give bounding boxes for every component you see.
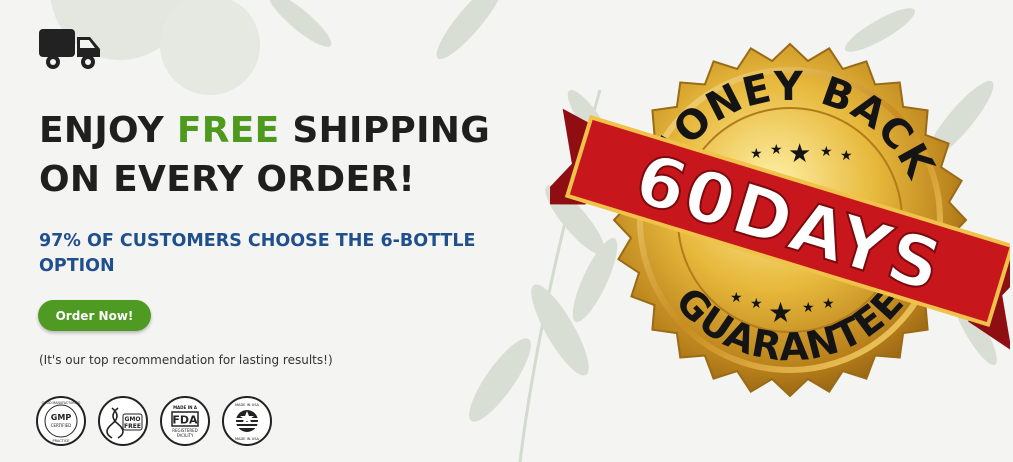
headline: ENJOY FREE SHIPPING ON EVERY ORDER! <box>39 106 490 204</box>
headline-line1-pre: ENJOY <box>39 110 177 151</box>
trust-badges: GOOD MANUFACTURING GMP CERTIFIED PRACTIC… <box>36 396 272 446</box>
gmp-badge-icon: GOOD MANUFACTURING GMP CERTIFIED PRACTIC… <box>36 396 86 446</box>
gmp-badge-arc: GOOD MANUFACTURING <box>42 401 81 405</box>
fda-badge-sub2: FACILITY <box>177 433 194 438</box>
made-in-usa-badge-icon: MADE IN USA MADE IN USA <box>222 396 272 446</box>
gmo-badge-line1: GMO <box>125 416 141 423</box>
star-icon: ★ <box>768 297 793 328</box>
fda-badge-top: MADE IN A <box>173 405 198 410</box>
gmp-badge-main: GMP <box>51 413 72 422</box>
star-icon: ★ <box>750 295 763 311</box>
gmo-badge-line2: FREE <box>124 423 141 430</box>
headline-free: FREE <box>176 110 280 151</box>
truck-icon <box>39 29 100 69</box>
star-icon: ★ <box>840 147 853 163</box>
star-icon: ★ <box>730 289 743 305</box>
star-icon: ★ <box>788 138 811 168</box>
star-icon: ★ <box>802 299 815 315</box>
star-icon: ★ <box>750 145 763 161</box>
usa-badge-top: MADE IN USA <box>235 403 260 407</box>
gmo-free-badge-icon: GMO FREE <box>98 396 148 446</box>
headline-line1-post: SHIPPING <box>279 110 491 151</box>
money-back-guarantee-seal: MONEY BACK GUARANTEE ★ ★ ★ ★ ★ ★ ★ ★ ★ ★… <box>550 42 1010 398</box>
star-icon: ★ <box>820 143 833 159</box>
star-icon: ★ <box>822 295 835 311</box>
fda-badge-icon: MADE IN A FDA REGISTERED FACILITY <box>160 396 210 446</box>
gmp-badge-sub: CERTIFIED <box>51 423 72 428</box>
headline-line2: ON EVERY ORDER! <box>39 159 416 200</box>
usa-badge-bottom: MADE IN USA <box>235 437 260 441</box>
subheading: 97% OF CUSTOMERS CHOOSE THE 6-BOTTLE OPT… <box>39 231 476 276</box>
star-icon: ★ <box>770 141 783 157</box>
recommendation-note: (It's our top recommendation for lasting… <box>39 353 333 367</box>
fda-badge-main: FDA <box>172 414 198 427</box>
gmp-badge-bottom: PRACTICE <box>52 439 69 443</box>
order-now-button[interactable]: Order Now! <box>38 300 151 331</box>
